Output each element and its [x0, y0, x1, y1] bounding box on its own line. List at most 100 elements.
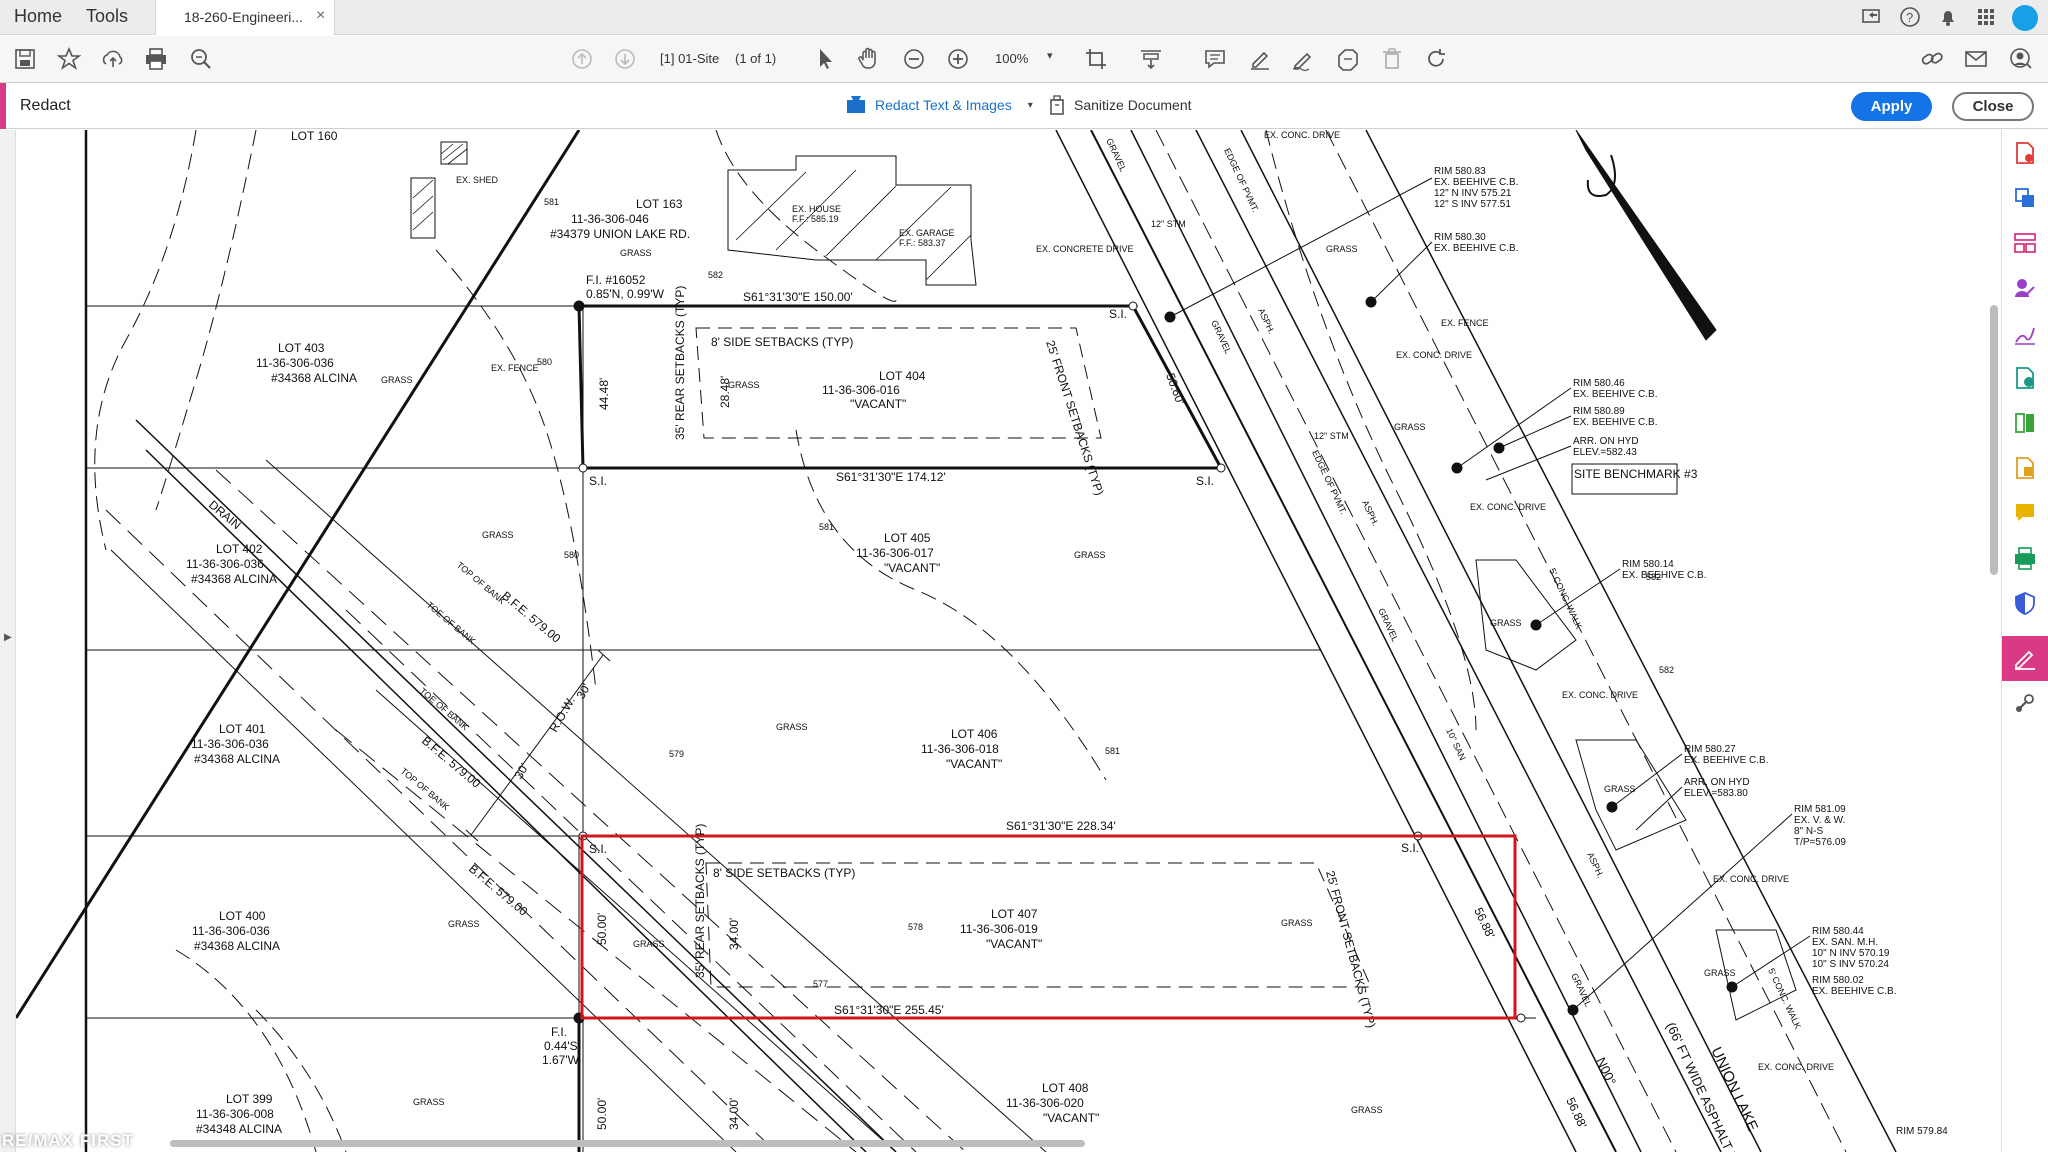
stamp-icon[interactable] — [1335, 46, 1361, 72]
comment-panel-icon[interactable] — [2012, 500, 2038, 526]
callout-9-l4: T/P=576.09 — [1794, 837, 1846, 848]
create-pdf-icon[interactable] — [2012, 185, 2038, 211]
mail-icon[interactable] — [1963, 46, 1989, 72]
highlight-icon[interactable] — [1247, 46, 1273, 72]
document-viewport[interactable]: LOT 160 LOT 163 11-36-306-046 #34379 UNI… — [16, 130, 2001, 1152]
horizontal-scrollbar[interactable] — [170, 1140, 1085, 1147]
link-icon[interactable] — [1919, 46, 1945, 72]
toe-bank-2: TOE OF BANK — [418, 686, 471, 732]
close-button[interactable]: Close — [1952, 92, 2034, 121]
vertical-scrollbar[interactable] — [1990, 305, 1998, 575]
send-review-icon[interactable] — [2012, 455, 2038, 481]
lot-399-name: LOT 399 — [226, 1092, 273, 1106]
sanitize-document-button[interactable]: Sanitize Document — [1048, 94, 1192, 116]
grass-8: GRASS — [633, 939, 665, 949]
ex-conc-drive-2: EX. CONC. DRIVE — [1396, 350, 1472, 360]
callout-7-l1: RIM 580.27 — [1684, 744, 1736, 755]
compress-icon[interactable] — [2012, 410, 2038, 436]
hand-icon[interactable] — [856, 46, 882, 72]
document-tab[interactable]: 18-260-Engineeri... × — [155, 0, 335, 35]
edge-pvmt-2: EDGE OF PVMT. — [1310, 449, 1348, 516]
help-icon[interactable]: ? — [1898, 5, 1922, 29]
contour-6: 579 — [669, 749, 684, 759]
organize-pages-icon[interactable] — [2012, 230, 2038, 256]
dim-50-00-b: 50.00' — [595, 1098, 609, 1130]
lot-401-addr: #34368 ALCINA — [194, 752, 280, 766]
zoom-in-icon[interactable] — [945, 46, 971, 72]
combine-icon[interactable] — [2012, 365, 2038, 391]
redact-text-images-button[interactable]: Redact Text & Images ▾ — [845, 94, 1033, 116]
ex-garage-ff: F.F.: 583.37 — [899, 238, 946, 248]
print-icon[interactable] — [143, 46, 169, 72]
lot-402-name: LOT 402 — [216, 542, 263, 556]
lot-403-name: LOT 403 — [278, 341, 325, 355]
zoom-out-icon[interactable] — [901, 46, 927, 72]
export-pdf-icon[interactable] — [2012, 140, 2038, 166]
upload-icon[interactable] — [100, 46, 126, 72]
next-page-icon[interactable] — [612, 46, 638, 72]
apply-button[interactable]: Apply — [1851, 92, 1932, 121]
save-icon[interactable] — [12, 46, 38, 72]
menu-home[interactable]: Home — [14, 6, 62, 27]
user-avatar[interactable] — [2012, 5, 2038, 31]
dim-50-00: 50.00' — [595, 913, 609, 945]
bell-icon[interactable] — [1936, 5, 1960, 29]
prev-page-icon[interactable] — [569, 46, 595, 72]
asph-3: ASPH. — [1585, 851, 1605, 880]
grass-11: GRASS — [1351, 1105, 1383, 1115]
si-1: S.I. — [1109, 307, 1127, 321]
sanitize-icon — [1050, 95, 1064, 115]
site-plan-drawing: LOT 160 LOT 163 11-36-306-046 #34379 UNI… — [16, 130, 1948, 1152]
zoom-dropdown-icon[interactable]: ▾ — [1047, 49, 1053, 62]
menu-tools[interactable]: Tools — [86, 6, 128, 27]
grass-14: GRASS — [1490, 618, 1522, 628]
share-screen-icon[interactable] — [1860, 5, 1884, 29]
tab-close-icon[interactable]: × — [316, 7, 325, 25]
delete-icon[interactable] — [1379, 46, 1405, 72]
callout-10-l2: EX. SAN. M.H. — [1812, 937, 1878, 948]
account-icon[interactable] — [2008, 46, 2034, 72]
fill-sign-icon[interactable] — [2012, 275, 2038, 301]
select-arrow-icon[interactable] — [812, 46, 838, 72]
grass-10: GRASS — [413, 1097, 445, 1107]
ex-conc-drive-3: EX. CONC. DRIVE — [1470, 502, 1546, 512]
redact-tool-icon — [847, 96, 865, 113]
contour-1: 581 — [544, 197, 559, 207]
left-panel-rail[interactable]: ▶ — [0, 130, 16, 1152]
lot-403-id: 11-36-306-036 — [256, 356, 334, 370]
expand-left-panel-icon[interactable]: ▶ — [4, 632, 12, 643]
redact-dropdown-icon[interactable]: ▾ — [1028, 100, 1033, 111]
grass-9: GRASS — [1281, 918, 1313, 928]
rotate-icon[interactable] — [1423, 46, 1449, 72]
more-tools-icon[interactable] — [2012, 690, 2038, 716]
apps-grid-icon[interactable] — [1974, 5, 1998, 29]
setback-front-2: 25' FRONT SETBACKS (TYP) — [1323, 869, 1378, 1029]
protect-icon[interactable] — [2012, 590, 2038, 616]
redact-toolbar: Redact Redact Text & Images ▾ Sanitize D… — [0, 83, 2048, 129]
redact-tool-active[interactable] — [2002, 636, 2048, 681]
tab-bar: Home Tools 18-260-Engineeri... × ? — [0, 0, 2048, 35]
fi-label-1b: 0.85'N, 0.99'W — [586, 287, 665, 301]
ex-house-ff: F.F.: 585.19 — [792, 214, 839, 224]
edit-pdf-icon[interactable] — [2012, 320, 2038, 346]
fit-page-icon[interactable] — [1138, 46, 1164, 72]
dim-30-2: 30' — [511, 761, 531, 782]
lot-407-addr: "VACANT" — [986, 937, 1042, 951]
zoom-field[interactable]: 100% — [995, 51, 1028, 66]
star-icon[interactable] — [56, 46, 82, 72]
comment-icon[interactable] — [1202, 46, 1228, 72]
page-number-field[interactable]: [1] 01-Site — [660, 51, 719, 66]
setback-front-1: 25' FRONT SETBACKS (TYP) — [1043, 339, 1106, 498]
document-tab-label: 18-260-Engineeri... — [184, 9, 304, 25]
bearing-4: S61°31'30"E 255.45' — [834, 1003, 944, 1017]
search-icon[interactable] — [188, 46, 214, 72]
scan-icon[interactable] — [2012, 545, 2038, 571]
stm-label-1: 12" STM — [1151, 219, 1186, 229]
crop-icon[interactable] — [1083, 46, 1109, 72]
setback-side-1: 8' SIDE SETBACKS (TYP) — [711, 335, 853, 349]
lot-400-addr: #34368 ALCINA — [194, 939, 280, 953]
sanitize-document-label: Sanitize Document — [1074, 97, 1192, 113]
lot-399-addr: #34348 ALCINA — [196, 1122, 282, 1136]
contour-8: 581 — [1105, 746, 1120, 756]
sign-icon[interactable] — [1290, 46, 1316, 72]
